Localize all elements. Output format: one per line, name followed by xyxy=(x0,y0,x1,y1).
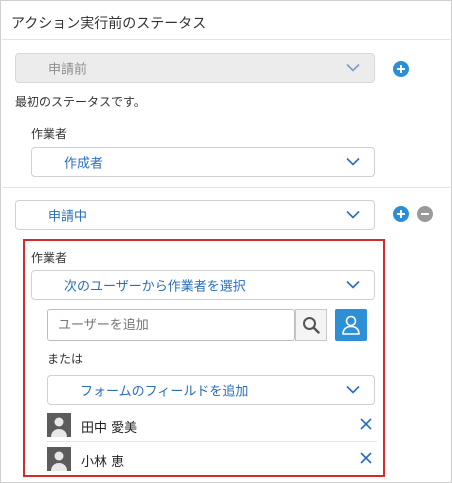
user-name: 小林 恵 xyxy=(81,455,125,470)
assignee-mode-select[interactable]: 次のユーザーから作業者を選択 xyxy=(31,270,375,300)
plus-icon xyxy=(397,210,405,218)
divider xyxy=(2,39,450,40)
chevron-down-icon xyxy=(346,280,360,289)
chevron-down-icon xyxy=(346,385,360,394)
status-description: 最初のステータスです。 xyxy=(15,95,146,109)
section-title: アクション実行前のステータス xyxy=(11,16,207,32)
add-status-button[interactable] xyxy=(393,206,409,222)
form-field-value: フォームのフィールドを追加 xyxy=(80,384,249,400)
chevron-down-icon xyxy=(346,210,360,219)
chevron-down-icon xyxy=(346,157,360,166)
chevron-down-icon xyxy=(346,63,360,72)
user-name: 田中 愛美 xyxy=(81,421,138,436)
assignee-select[interactable]: 作成者 xyxy=(31,147,375,177)
close-icon[interactable] xyxy=(359,451,373,465)
user-icon xyxy=(342,315,360,335)
assignee-value: 作成者 xyxy=(64,156,104,172)
add-status-button[interactable] xyxy=(393,61,409,77)
add-user-input[interactable] xyxy=(47,309,295,341)
assignee-label: 作業者 xyxy=(31,251,68,265)
status-in-progress-select[interactable]: 申請中 xyxy=(15,200,375,230)
remove-status-button[interactable] xyxy=(417,206,433,222)
assignee-mode-value: 次のユーザーから作業者を選択 xyxy=(64,279,246,295)
close-icon[interactable] xyxy=(359,417,373,431)
search-icon xyxy=(303,317,320,334)
plus-icon xyxy=(397,65,405,73)
status-before-value: 申請前 xyxy=(48,62,88,78)
divider xyxy=(2,187,450,188)
status-in-progress-value: 申請中 xyxy=(48,209,88,225)
search-user-button[interactable] xyxy=(295,309,327,341)
list-item: 小林 恵 xyxy=(47,444,377,474)
minus-icon xyxy=(421,213,429,215)
or-label: または xyxy=(47,352,84,366)
assignee-label: 作業者 xyxy=(31,127,68,141)
status-before-select[interactable]: 申請前 xyxy=(15,53,375,83)
status-settings-panel: アクション実行前のステータス 申請前 最初のステータスです。 作業者 作成者 申… xyxy=(0,0,452,483)
select-user-button[interactable] xyxy=(335,309,367,341)
avatar-icon xyxy=(47,447,71,471)
form-field-select[interactable]: フォームのフィールドを追加 xyxy=(47,375,375,405)
list-item: 田中 愛美 xyxy=(47,410,377,440)
divider xyxy=(47,441,377,442)
avatar-icon xyxy=(47,413,71,437)
